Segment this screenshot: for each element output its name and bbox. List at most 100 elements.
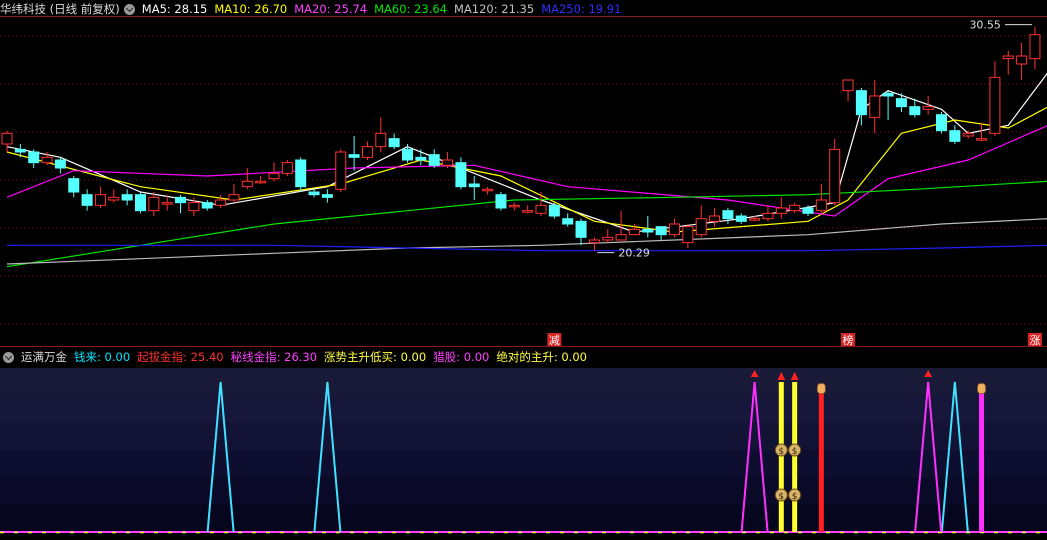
candle-down <box>735 215 747 222</box>
candle-up <box>335 151 347 190</box>
signal-marker: 涨 <box>1029 334 1040 347</box>
candle-down <box>802 207 814 214</box>
candle-down <box>201 202 213 209</box>
candle-down <box>936 114 947 132</box>
candle-up <box>602 236 614 241</box>
ma20-label: MA20: 25.74 <box>294 2 368 16</box>
candle-down <box>175 196 187 204</box>
stock-title[interactable]: 华纬科技 (日线 前复权) <box>0 1 120 17</box>
candle-up <box>628 228 640 236</box>
candle-up <box>749 218 761 221</box>
indicator-value-liegu: 猎股: 0.00 <box>433 350 490 364</box>
candle-down <box>949 130 961 142</box>
zhangshi-bar <box>792 382 798 532</box>
candle-up <box>1 132 13 145</box>
indicator-value-zhangshi: 涨势主升低买: 0.00 <box>324 350 427 364</box>
candle-down <box>495 194 507 209</box>
candle-up <box>588 239 600 244</box>
candle-down <box>54 159 66 169</box>
candle-up <box>268 172 280 180</box>
candle-down <box>388 138 400 148</box>
subpanel-band <box>0 504 1047 533</box>
candle-down <box>722 210 734 220</box>
candle-down <box>308 191 320 196</box>
candle-down <box>415 156 427 161</box>
candle-up <box>682 226 694 244</box>
subpanel-band <box>0 477 1047 506</box>
candle-down <box>575 220 587 238</box>
sub-chart-header: 运满万金 钱来: 0.00 起拔金指: 25.40 秘线金指: 26.30 涨势… <box>0 348 594 366</box>
chevron-down-icon[interactable] <box>3 351 14 363</box>
ma10-line <box>6 106 1047 233</box>
money-bag-glyph: $ <box>792 492 798 502</box>
candle-up <box>1029 34 1041 60</box>
candle-down <box>121 194 133 201</box>
stock-chart-window: 30.55 20.29 减 榜 涨 $ $ $ $ 华纬科技 (日线 前复权) MA5: 28.… <box>0 0 1047 540</box>
candle-up <box>775 207 787 214</box>
hand-pointer-icon <box>977 383 986 394</box>
candle-up <box>789 204 801 212</box>
ma5-label: MA5: 28.15 <box>141 2 208 16</box>
candle-up <box>188 202 200 212</box>
zhangshi-bar <box>778 382 784 532</box>
candle-up <box>361 146 373 158</box>
candle-down <box>135 194 146 212</box>
candle-up <box>41 156 53 164</box>
candle-up <box>482 188 494 192</box>
subpanel-band <box>0 395 1047 424</box>
indicator-value-juedui: 绝对的主升: 0.00 <box>496 350 587 364</box>
candle-down <box>468 183 480 188</box>
candle-up <box>709 215 721 222</box>
candle-down <box>655 226 667 236</box>
candle-up <box>148 196 160 212</box>
subpanel-band <box>0 422 1047 451</box>
ma250-label: MA250: 19.91 <box>541 2 622 16</box>
ma10-label: MA10: 26.70 <box>214 2 288 16</box>
candle-up <box>762 212 774 220</box>
candle-down <box>14 148 26 153</box>
indicator-value-mixian: 秘线金指: 26.30 <box>230 350 318 364</box>
candle-up <box>375 132 387 148</box>
candle-down <box>562 218 574 225</box>
candle-up <box>241 180 253 188</box>
candle-up <box>228 194 240 201</box>
candle-up <box>976 138 988 141</box>
money-bag-glyph: $ <box>792 447 798 457</box>
money-bag-glyph: $ <box>778 447 784 457</box>
candle-down <box>348 154 360 158</box>
mixian-bar <box>979 392 985 532</box>
candle-down <box>402 148 413 161</box>
candle-down <box>882 92 894 97</box>
qiba-bar <box>818 392 824 532</box>
candle-down <box>642 228 654 233</box>
candle-up <box>281 162 293 174</box>
candle-up <box>161 202 173 205</box>
candle-up <box>669 223 680 236</box>
candle-up <box>695 218 707 236</box>
main-chart-header: 华纬科技 (日线 前复权) MA5: 28.15 MA10: 26.70 MA2… <box>0 0 628 18</box>
candle-up <box>522 210 534 213</box>
ma60-label: MA60: 23.64 <box>374 2 447 16</box>
candle-down <box>295 159 307 188</box>
candle-down <box>81 194 93 206</box>
indicator-title[interactable]: 运满万金 <box>21 349 67 365</box>
candle-up <box>1002 55 1014 60</box>
candle-down <box>855 90 867 116</box>
candle-up <box>215 199 227 206</box>
candle-up <box>94 194 106 206</box>
signal-marker: 减 <box>549 334 560 347</box>
candle-up <box>989 76 1001 134</box>
candle-up <box>508 204 520 208</box>
signal-marker: 榜 <box>843 333 854 347</box>
candle-down <box>68 178 80 193</box>
ma120-label: MA120: 21.35 <box>453 2 535 16</box>
price-chart: 30.55 20.29 减 榜 涨 $ $ $ $ <box>0 16 1047 534</box>
candle-up <box>108 196 120 201</box>
indicator-value-qianlai: 钱来: 0.00 <box>74 350 131 364</box>
candle-up <box>829 148 841 204</box>
candle-down <box>28 151 40 164</box>
candle-up <box>842 79 854 92</box>
candle-down <box>428 154 440 166</box>
chevron-down-icon[interactable] <box>123 3 135 15</box>
indicator-value-qiba: 起拔金指: 25.40 <box>137 350 224 364</box>
